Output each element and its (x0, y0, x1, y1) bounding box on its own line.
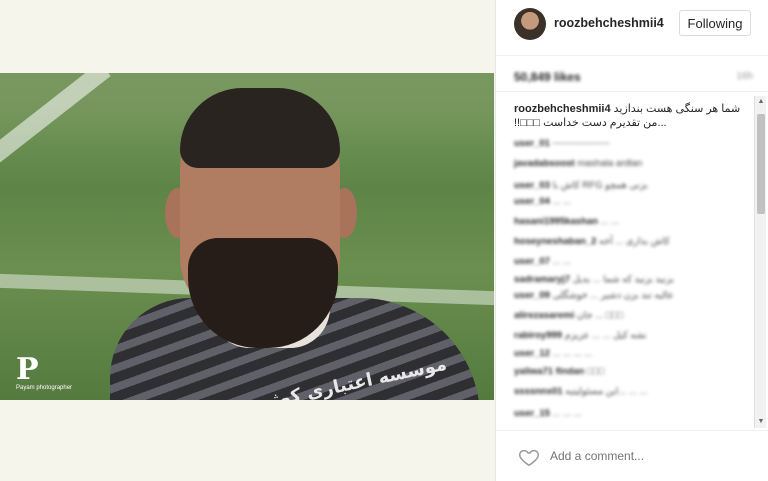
comment-username[interactable]: ssssnnx01 (514, 386, 563, 397)
username-link[interactable]: roozbehcheshmii4 (554, 16, 664, 30)
player-figure: موسسه اعتباری کوثر (110, 88, 480, 400)
comment-username[interactable]: javadabsoost (514, 158, 575, 169)
comment-item: user_07 ... ... (514, 256, 742, 268)
comments-scrollbar[interactable]: ▲ ▼ (754, 96, 766, 428)
comment-text: عالیه تند بزن دشیر ... خوشگلی (552, 290, 674, 301)
comment-item: user_03 کاش با RFG بزنی همچو (514, 180, 742, 192)
post-photo[interactable]: موسسه اعتباری کوثر P Payam photographer (0, 73, 494, 400)
post-header: roozbehcheshmii4 Following (496, 0, 768, 56)
comment-username[interactable]: yaliwa71 findan (514, 366, 584, 377)
likes-row: 50,849 likes 16h (496, 62, 768, 92)
comment-username[interactable]: user_12 (514, 348, 550, 359)
comment-item: ssssnnx01 این مسئولیتیه... ... ... (514, 386, 742, 398)
comment-username[interactable]: hasani1995kashan (514, 216, 598, 227)
photographer-watermark: P Payam photographer (16, 352, 73, 392)
comment-username[interactable]: user_01 (514, 138, 550, 149)
comment-item: yaliwa71 findan □□□ (514, 366, 742, 378)
comment-footer (496, 430, 768, 481)
comment-text: □□□ (586, 366, 605, 377)
comment-text: جان ... □□□ (576, 310, 624, 321)
caption-text-line2: ...من تقدیرم دست خداست □□□!! (514, 117, 667, 129)
likes-count[interactable]: 50,849 likes (514, 70, 581, 84)
avatar[interactable] (514, 8, 546, 40)
comment-item: user_15 ... ... ... (514, 408, 742, 420)
comment-username[interactable]: user_03 (514, 180, 550, 191)
details-pane: roozbehcheshmii4 Following 50,849 likes … (495, 0, 768, 481)
comment-item: user_01 ------------------ (514, 138, 742, 150)
comment-text: ... ... (552, 196, 572, 207)
instagram-post-modal: موسسه اعتباری کوثر P Payam photographer … (0, 0, 768, 481)
comment-text: ... ... (600, 216, 620, 227)
comment-text: mashala ardlan (577, 158, 643, 169)
comment-text: کاش بذاری ... آخه (599, 236, 670, 247)
comment-item: rabiroy999 نشه کیل ... ... عزیزم (514, 330, 742, 342)
comment-text: ------------------ (552, 138, 610, 149)
scroll-thumb[interactable] (757, 114, 765, 214)
comment-username[interactable]: hoseyneshaban_2 (514, 236, 596, 247)
comment-username[interactable]: user_04 (514, 196, 550, 207)
comment-item: user_09 عالیه تند بزن دشیر ... خوشگلی (514, 290, 742, 302)
comment-item: javadabsoost mashala ardlan (514, 158, 742, 170)
comment-text: نشه کیل ... ... عزیزم (564, 330, 647, 341)
comment-username[interactable]: user_07 (514, 256, 550, 267)
comment-username[interactable]: rabiroy999 (514, 330, 562, 341)
comment-text: بزنید بزنید که شما ... بدیل (572, 274, 674, 285)
comment-text: این مسئولیتیه... ... ... (565, 386, 648, 397)
comment-item: hoseyneshaban_2 کاش بذاری ... آخه (514, 236, 742, 248)
post-caption: roozbehcheshmii4 شما هر سنگی هست بندازید… (514, 102, 752, 130)
comment-item: user_04 ... ... (514, 196, 742, 208)
watermark-text: Payam photographer (16, 385, 73, 391)
watermark-logo: P (16, 352, 39, 387)
post-time[interactable]: 16h (736, 71, 753, 82)
comment-username[interactable]: user_15 (514, 408, 550, 419)
comment-username[interactable]: alirezasaremi (514, 310, 574, 321)
comment-username[interactable]: user_09 (514, 290, 550, 301)
scroll-down-arrow-icon[interactable]: ▼ (755, 416, 767, 428)
comment-username[interactable]: sadramaryj7 (514, 274, 570, 285)
add-comment-input[interactable] (550, 445, 750, 467)
scroll-up-arrow-icon[interactable]: ▲ (755, 96, 767, 108)
photo-pane: موسسه اعتباری کوثر P Payam photographer (0, 0, 495, 481)
hair (180, 88, 340, 168)
comment-text: کاش با RFG بزنی همچو (552, 180, 648, 191)
comment-text: ... ... (552, 256, 572, 267)
comment-item: alirezasaremi جان ... □□□ (514, 310, 742, 322)
comment-text: ... ... ... ... (552, 348, 593, 359)
following-button[interactable]: Following (679, 10, 751, 36)
caption-username[interactable]: roozbehcheshmii4 (514, 103, 611, 115)
comment-item: sadramaryj7 بزنید بزنید که شما ... بدیل (514, 274, 742, 286)
comments-list[interactable]: roozbehcheshmii4 شما هر سنگی هست بندازید… (496, 96, 754, 428)
heart-icon[interactable] (518, 446, 540, 468)
comment-text: ... ... ... (552, 408, 582, 419)
comment-item: user_12 ... ... ... ... (514, 348, 742, 360)
comment-item: hasani1995kashan ... ... (514, 216, 742, 228)
caption-text-line1: شما هر سنگی هست بندازید (613, 103, 741, 115)
